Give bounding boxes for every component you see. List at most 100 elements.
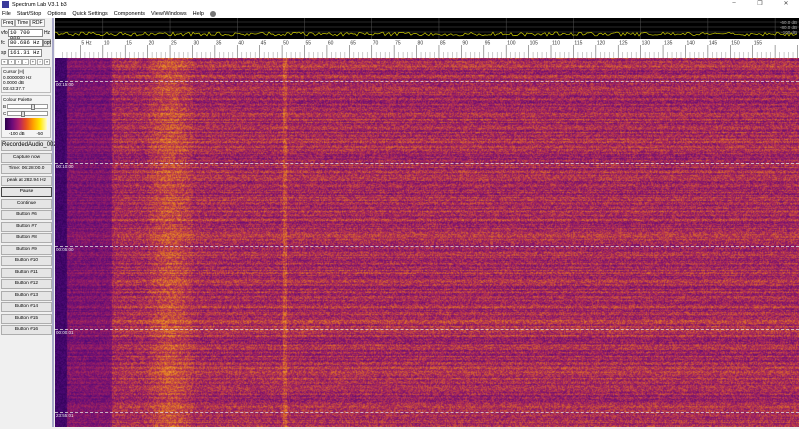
scale-label: 145 xyxy=(709,41,718,47)
time-marker-line xyxy=(55,246,799,247)
frequency-scale-svg: 5 Hz 10 15 20 25 30 35 40 45 50 55 60 65 70 75 80 85 90 95… xyxy=(62,41,798,58)
zoom-in-button[interactable]: + xyxy=(29,59,37,65)
app-icon xyxy=(2,1,9,8)
step-left-button[interactable]: ‹ xyxy=(15,59,22,65)
palette-gradient[interactable] xyxy=(5,117,47,130)
scale-label: 110 xyxy=(552,41,560,47)
scale-label: 35 xyxy=(216,41,222,47)
close-button[interactable]: ✕ xyxy=(773,0,799,7)
zoom-out-button[interactable]: - xyxy=(22,59,30,65)
title-bar: Spectrum Lab V3.1 b3 – ❐ ✕ xyxy=(0,0,799,9)
button-13[interactable]: Button #13 xyxy=(1,290,52,301)
spectrum-graph[interactable]: -60.0 dB -80.0 dB -100 dB xyxy=(54,18,799,39)
menu-start-stop[interactable]: Start/Stop xyxy=(17,11,41,17)
menu-quick-settings[interactable]: Quick Settings xyxy=(72,11,107,17)
peak-display[interactable]: peak at 282.94 Hz xyxy=(1,175,52,186)
scale-label: 10 xyxy=(104,41,110,47)
button-7[interactable]: Button #7 xyxy=(1,221,52,232)
time-marker-line xyxy=(55,81,799,82)
fc-label: fc xyxy=(1,40,5,46)
time-marker-line xyxy=(55,412,799,413)
opt-button[interactable]: opt xyxy=(43,39,51,47)
waterfall-canvas xyxy=(55,58,799,427)
brightness-label: B xyxy=(3,103,7,109)
button-14[interactable]: Button #14 xyxy=(1,302,52,312)
time-marker-line xyxy=(55,329,799,330)
contrast-slider[interactable] xyxy=(7,111,48,117)
scale-label: 95 xyxy=(485,41,491,47)
brightness-slider[interactable] xyxy=(7,104,48,110)
scale-label: 155 xyxy=(754,41,763,47)
menu-view-windows[interactable]: View/Windows xyxy=(151,11,187,17)
minimize-button[interactable]: – xyxy=(721,0,747,7)
scale-label: 75 xyxy=(395,41,401,47)
scale-label: 65 xyxy=(350,41,356,47)
db-label-bottom: -100 dB xyxy=(781,30,797,35)
status-indicator-icon xyxy=(209,10,216,17)
scale-label: 120 xyxy=(597,41,606,47)
button-12[interactable]: Button #12 xyxy=(1,279,52,289)
control-panel: Freq Time RDF vfo10 700 000Hz fc80.686 H… xyxy=(0,18,57,427)
contrast-label: C xyxy=(3,110,7,116)
scale-label: 30 xyxy=(193,41,199,47)
scale-label: 105 xyxy=(530,41,539,47)
scale-label: 125 xyxy=(619,41,628,47)
button-16[interactable]: Button #16 xyxy=(1,325,52,335)
button-6[interactable]: Button #6 xyxy=(1,210,52,220)
scale-label: 15 xyxy=(126,41,132,47)
maximize-button[interactable]: ❐ xyxy=(747,0,773,7)
menu-file[interactable]: File xyxy=(2,11,11,17)
vfo-input[interactable]: 10 700 000 xyxy=(8,29,43,42)
timestamp: 00:00:01 xyxy=(56,330,74,335)
palette-min: -100 dB xyxy=(8,130,25,136)
scale-label: 80 xyxy=(418,41,424,47)
button-15[interactable]: Button #15 xyxy=(1,313,52,324)
time-display[interactable]: Time: 06:28:00.0 xyxy=(1,164,52,174)
timestamp: 00:05:00 xyxy=(56,247,74,252)
vfo-unit: Hz xyxy=(43,30,51,36)
menu-options[interactable]: Options xyxy=(47,11,66,17)
tab-rdf[interactable]: RDF xyxy=(30,19,45,27)
spectrum-svg xyxy=(54,18,799,39)
button-10[interactable]: Button #10 xyxy=(1,256,52,266)
button-9[interactable]: Button #9 xyxy=(1,244,52,255)
button-11[interactable]: Button #11 xyxy=(1,267,52,278)
tab-freq[interactable]: Freq xyxy=(1,19,16,27)
palette-title: Colour Palette xyxy=(3,97,33,102)
scale-label: 40 xyxy=(238,41,244,47)
cursor-info: Cursor [H] 0.0000000 Hz 0.0000 dB 03:43:… xyxy=(1,67,51,93)
spectrum-display[interactable]: -60.0 dB -80.0 dB -100 dB 5 Hz 10 15 20 25 30… xyxy=(54,18,799,427)
fast-right-button[interactable]: » xyxy=(43,59,51,65)
scale-label: 70 xyxy=(373,41,379,47)
timestamp: 00:10:00 xyxy=(56,164,74,169)
menu-components[interactable]: Components xyxy=(114,11,145,17)
vfo-label: vfo xyxy=(1,30,8,36)
scale-label: 20 xyxy=(149,41,155,47)
span-input[interactable]: 161.31 Hz xyxy=(8,49,42,57)
timestamp: 23:55:01 xyxy=(56,413,74,418)
right-button[interactable]: › xyxy=(36,59,44,65)
pause-button[interactable]: Pause xyxy=(1,187,52,197)
tab-time[interactable]: Time xyxy=(15,19,31,27)
recorded-audio-button[interactable]: RecordedAudio_002 xyxy=(1,140,57,151)
scale-label: 50 xyxy=(283,41,289,47)
left-button[interactable]: ‹ xyxy=(8,59,15,65)
window-title: Spectrum Lab V3.1 b3 xyxy=(12,1,67,8)
fc-input[interactable]: 80.686 Hz xyxy=(8,39,43,47)
scale-label: 130 xyxy=(642,41,651,47)
menu-help[interactable]: Help xyxy=(193,11,204,17)
frequency-scale[interactable]: 5 Hz 10 15 20 25 30 35 40 45 50 55 60 65 70 75 80 85 90 95… xyxy=(55,39,799,58)
scale-label: 100 xyxy=(507,41,516,47)
scale-label: 135 xyxy=(664,41,673,47)
waterfall[interactable]: 00:15:00 00:10:00 00:05:00 00:00:01 23:5… xyxy=(55,58,799,427)
fast-left-button[interactable]: « xyxy=(1,59,8,65)
palette-max: -50 xyxy=(36,130,44,136)
scale-label: 85 xyxy=(440,41,446,47)
timestamp: 00:15:00 xyxy=(56,82,74,87)
scale-label: 5 Hz xyxy=(81,41,92,47)
continue-button[interactable]: Continue xyxy=(1,198,52,209)
capture-now-button[interactable]: Capture now xyxy=(1,152,52,163)
spectrum-trace xyxy=(54,31,798,37)
scale-label: 140 xyxy=(686,41,695,47)
button-8[interactable]: Button #8 xyxy=(1,233,52,243)
